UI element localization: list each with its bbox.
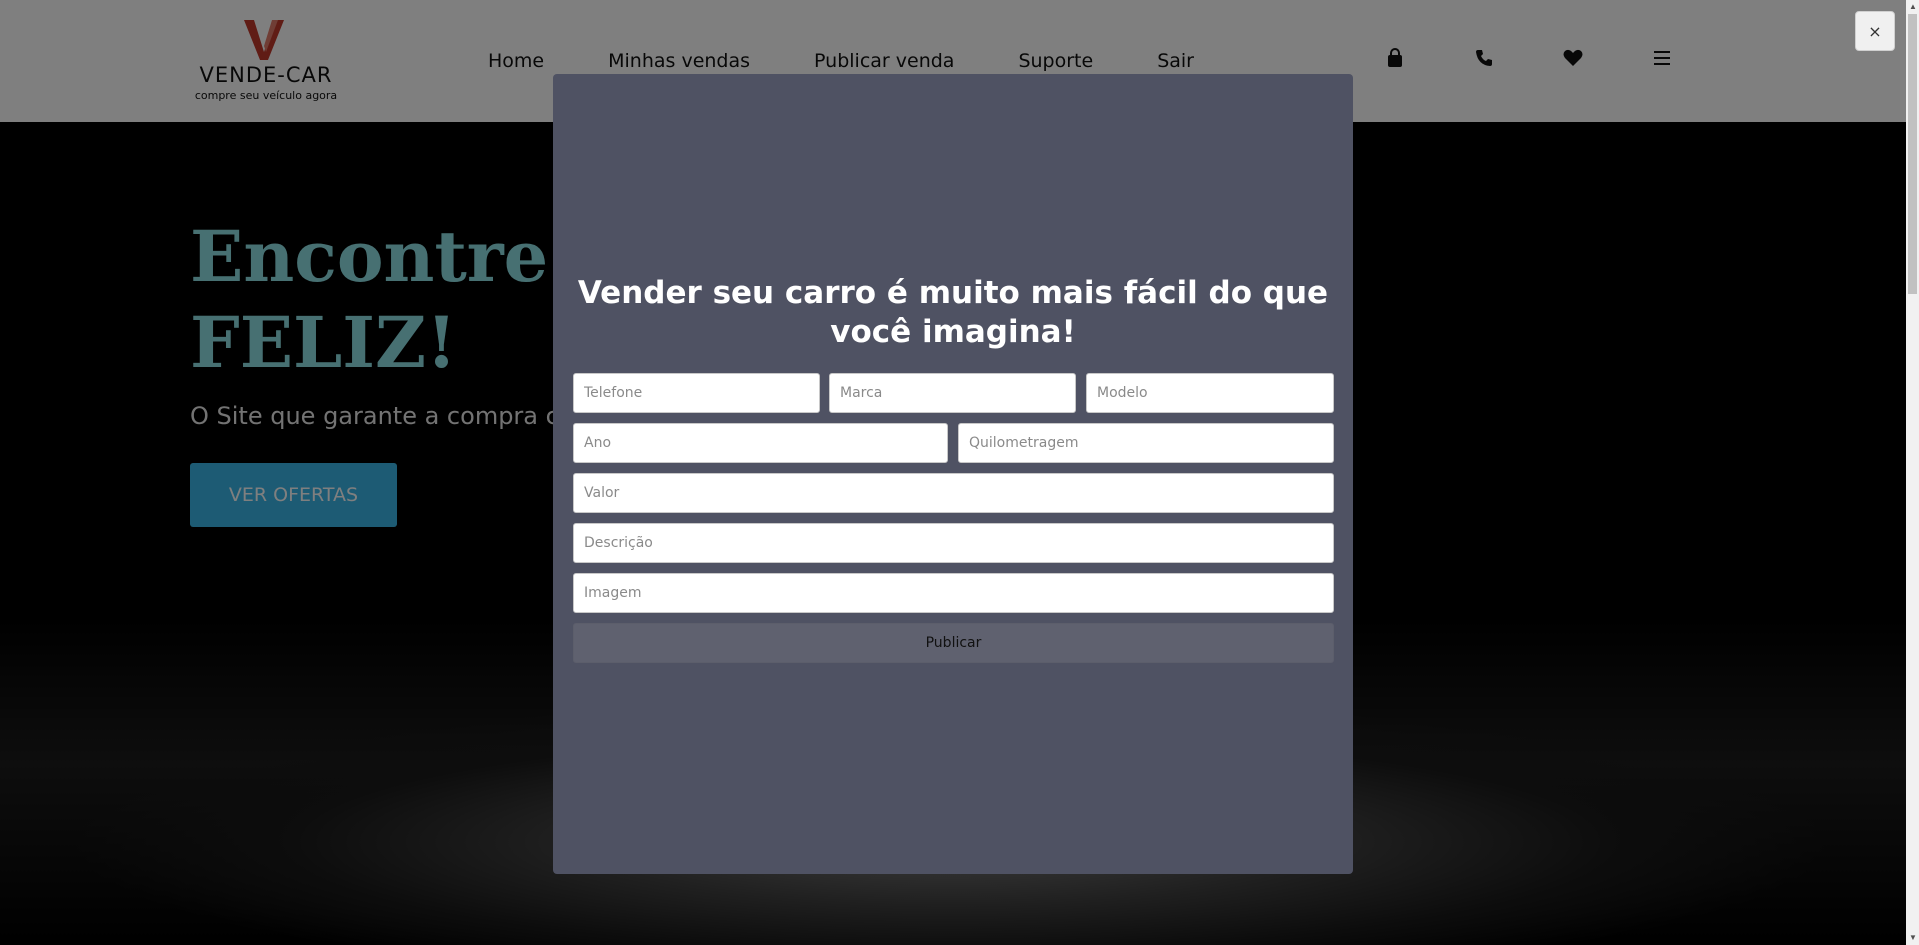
descricao-field[interactable] <box>573 523 1334 563</box>
modal-title: Vender seu carro é muito mais fácil do q… <box>577 275 1329 350</box>
quilometragem-field[interactable] <box>958 423 1334 463</box>
close-modal-button[interactable]: × <box>1855 11 1895 51</box>
sell-car-modal: Vender seu carro é muito mais fácil do q… <box>553 74 1353 874</box>
imagem-field[interactable] <box>573 573 1334 613</box>
marca-field[interactable] <box>829 373 1076 413</box>
telefone-field[interactable] <box>573 373 820 413</box>
modelo-field[interactable] <box>1086 373 1334 413</box>
scroll-up-arrow-icon[interactable]: ▲ <box>1909 2 1917 11</box>
scroll-down-arrow-icon[interactable]: ▼ <box>1909 933 1917 942</box>
publicar-button[interactable]: Publicar <box>573 623 1334 663</box>
valor-field[interactable] <box>573 473 1334 513</box>
ano-field[interactable] <box>573 423 948 463</box>
scrollbar-thumb[interactable] <box>1908 14 1917 294</box>
